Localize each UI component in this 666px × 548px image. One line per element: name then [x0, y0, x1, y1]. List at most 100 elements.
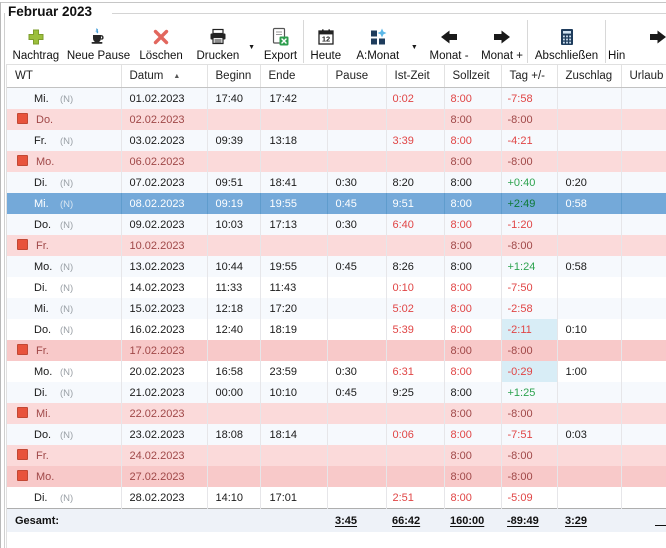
- ist-cell[interactable]: [386, 151, 444, 172]
- weekday-cell[interactable]: Mi.(N): [7, 88, 121, 110]
- soll-cell[interactable]: 8:00: [444, 277, 501, 298]
- beginn-cell[interactable]: 09:51: [207, 172, 260, 193]
- zuschlag-cell[interactable]: 0:10: [557, 319, 621, 340]
- ist-cell[interactable]: [386, 466, 444, 487]
- datum-cell[interactable]: 03.02.2023: [121, 130, 207, 151]
- soll-cell[interactable]: 8:00: [444, 340, 501, 361]
- zuschlag-cell[interactable]: [557, 487, 621, 509]
- beginn-cell[interactable]: 10:03: [207, 214, 260, 235]
- ist-cell[interactable]: 5:02: [386, 298, 444, 319]
- table-row[interactable]: Di.(N)28.02.202314:1017:012:518:00-5:09: [7, 487, 666, 509]
- beginn-cell[interactable]: 00:00: [207, 382, 260, 403]
- zuschlag-cell[interactable]: [557, 466, 621, 487]
- ende-cell[interactable]: [260, 445, 327, 466]
- soll-cell[interactable]: 8:00: [444, 109, 501, 130]
- ende-cell[interactable]: 18:19: [260, 319, 327, 340]
- urlaub-cell[interactable]: [621, 340, 666, 361]
- beginn-cell[interactable]: [207, 445, 260, 466]
- column-header-pause[interactable]: Pause: [327, 65, 386, 88]
- soll-cell[interactable]: 8:00: [444, 256, 501, 277]
- monat-minus-button[interactable]: Monat -: [421, 17, 477, 64]
- datum-cell[interactable]: 01.02.2023: [121, 88, 207, 110]
- column-header-ende[interactable]: Ende: [260, 65, 327, 88]
- ist-cell[interactable]: 9:25: [386, 382, 444, 403]
- zuschlag-cell[interactable]: [557, 88, 621, 110]
- pause-cell[interactable]: [327, 403, 386, 424]
- soll-cell[interactable]: 8:00: [444, 487, 501, 509]
- ende-cell[interactable]: 18:41: [260, 172, 327, 193]
- weekday-cell[interactable]: Di.(N): [7, 172, 121, 193]
- ist-cell[interactable]: 0:06: [386, 424, 444, 445]
- datum-cell[interactable]: 07.02.2023: [121, 172, 207, 193]
- table-row[interactable]: Do.(N)16.02.202312:4018:195:398:00-2:110…: [7, 319, 666, 340]
- urlaub-cell[interactable]: [621, 424, 666, 445]
- datum-cell[interactable]: 28.02.2023: [121, 487, 207, 509]
- weekday-cell[interactable]: Fr.: [7, 235, 121, 256]
- ende-cell[interactable]: 17:42: [260, 88, 327, 110]
- table-row[interactable]: Mi.22.02.20238:00-8:00: [7, 403, 666, 424]
- soll-cell[interactable]: 8:00: [444, 445, 501, 466]
- weekday-cell[interactable]: Do.(N): [7, 214, 121, 235]
- ist-cell[interactable]: 5:39: [386, 319, 444, 340]
- zuschlag-cell[interactable]: [557, 151, 621, 172]
- zuschlag-cell[interactable]: [557, 277, 621, 298]
- urlaub-cell[interactable]: [621, 172, 666, 193]
- table-row[interactable]: Mi.(N)01.02.202317:4017:420:028:00-7:58: [7, 88, 666, 110]
- ende-cell[interactable]: 19:55: [260, 256, 327, 277]
- drucken-dropdown-arrow-icon[interactable]: ▼: [245, 17, 258, 64]
- zuschlag-cell[interactable]: [557, 382, 621, 403]
- pause-cell[interactable]: [327, 340, 386, 361]
- urlaub-cell[interactable]: [621, 445, 666, 466]
- datum-cell[interactable]: 08.02.2023: [121, 193, 207, 214]
- datum-cell[interactable]: 02.02.2023: [121, 109, 207, 130]
- ende-cell[interactable]: 23:59: [260, 361, 327, 382]
- weekday-cell[interactable]: Mo.(N): [7, 361, 121, 382]
- table-row[interactable]: Di.(N)14.02.202311:3311:430:108:00-7:50: [7, 277, 666, 298]
- datum-cell[interactable]: 13.02.2023: [121, 256, 207, 277]
- urlaub-cell[interactable]: [621, 403, 666, 424]
- soll-cell[interactable]: 8:00: [444, 319, 501, 340]
- zuschlag-cell[interactable]: [557, 340, 621, 361]
- weekday-cell[interactable]: Mi.(N): [7, 298, 121, 319]
- ist-cell[interactable]: 0:10: [386, 277, 444, 298]
- pause-cell[interactable]: [327, 151, 386, 172]
- urlaub-cell[interactable]: [621, 193, 666, 214]
- tag-cell[interactable]: -8:00: [501, 340, 557, 361]
- column-header-datum[interactable]: Datum▲: [121, 65, 207, 88]
- tag-cell[interactable]: -1:20: [501, 214, 557, 235]
- datum-cell[interactable]: 17.02.2023: [121, 340, 207, 361]
- weekday-cell[interactable]: Mi.(N): [7, 193, 121, 214]
- soll-cell[interactable]: 8:00: [444, 235, 501, 256]
- ende-cell[interactable]: 18:14: [260, 424, 327, 445]
- ist-cell[interactable]: [386, 403, 444, 424]
- table-row[interactable]: Di.(N)07.02.202309:5118:410:308:208:00+0…: [7, 172, 666, 193]
- soll-cell[interactable]: 8:00: [444, 88, 501, 110]
- urlaub-cell[interactable]: [621, 88, 666, 110]
- zuschlag-cell[interactable]: [557, 130, 621, 151]
- pause-cell[interactable]: [327, 235, 386, 256]
- ende-cell[interactable]: 17:13: [260, 214, 327, 235]
- beginn-cell[interactable]: 14:10: [207, 487, 260, 509]
- soll-cell[interactable]: 8:00: [444, 298, 501, 319]
- soll-cell[interactable]: 8:00: [444, 214, 501, 235]
- zuschlag-cell[interactable]: [557, 445, 621, 466]
- tag-cell[interactable]: -4:21: [501, 130, 557, 151]
- beginn-cell[interactable]: [207, 340, 260, 361]
- datum-cell[interactable]: 27.02.2023: [121, 466, 207, 487]
- table-row[interactable]: Mi.(N)08.02.202309:1919:550:459:518:00+2…: [7, 193, 666, 214]
- tag-cell[interactable]: -7:50: [501, 277, 557, 298]
- tag-cell[interactable]: -8:00: [501, 403, 557, 424]
- beginn-cell[interactable]: 17:40: [207, 88, 260, 110]
- weekday-cell[interactable]: Di.(N): [7, 487, 121, 509]
- table-row[interactable]: Fr.10.02.20238:00-8:00: [7, 235, 666, 256]
- ende-cell[interactable]: [260, 109, 327, 130]
- tag-cell[interactable]: -0:29: [501, 361, 557, 382]
- urlaub-cell[interactable]: [621, 382, 666, 403]
- datum-cell[interactable]: 16.02.2023: [121, 319, 207, 340]
- column-header-tag[interactable]: Tag +/-: [501, 65, 557, 88]
- zuschlag-cell[interactable]: [557, 235, 621, 256]
- ist-cell[interactable]: 6:40: [386, 214, 444, 235]
- weekday-cell[interactable]: Di.(N): [7, 277, 121, 298]
- urlaub-cell[interactable]: [621, 109, 666, 130]
- weekday-cell[interactable]: Do.(N): [7, 424, 121, 445]
